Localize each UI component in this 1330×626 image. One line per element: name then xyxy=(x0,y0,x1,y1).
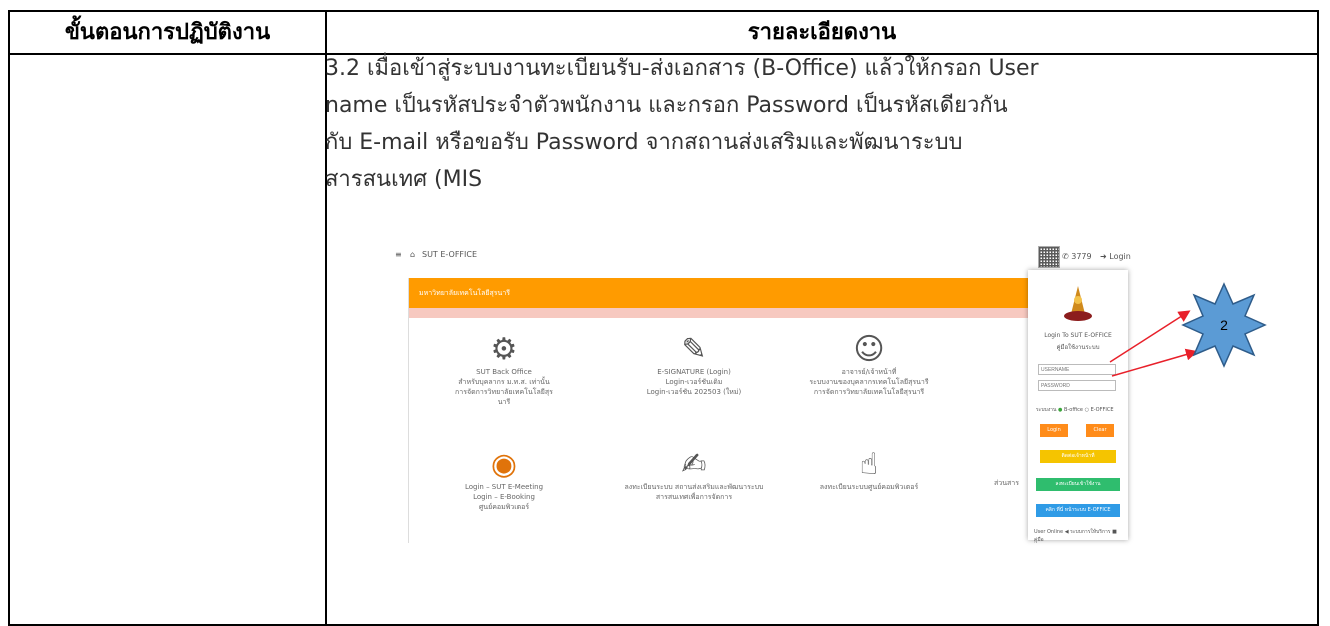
arrow-to-username xyxy=(1109,310,1191,363)
step-badge-star: 2 xyxy=(1181,282,1267,368)
annotation-arrows xyxy=(1109,310,1198,377)
badge-number: 2 xyxy=(1220,317,1228,333)
